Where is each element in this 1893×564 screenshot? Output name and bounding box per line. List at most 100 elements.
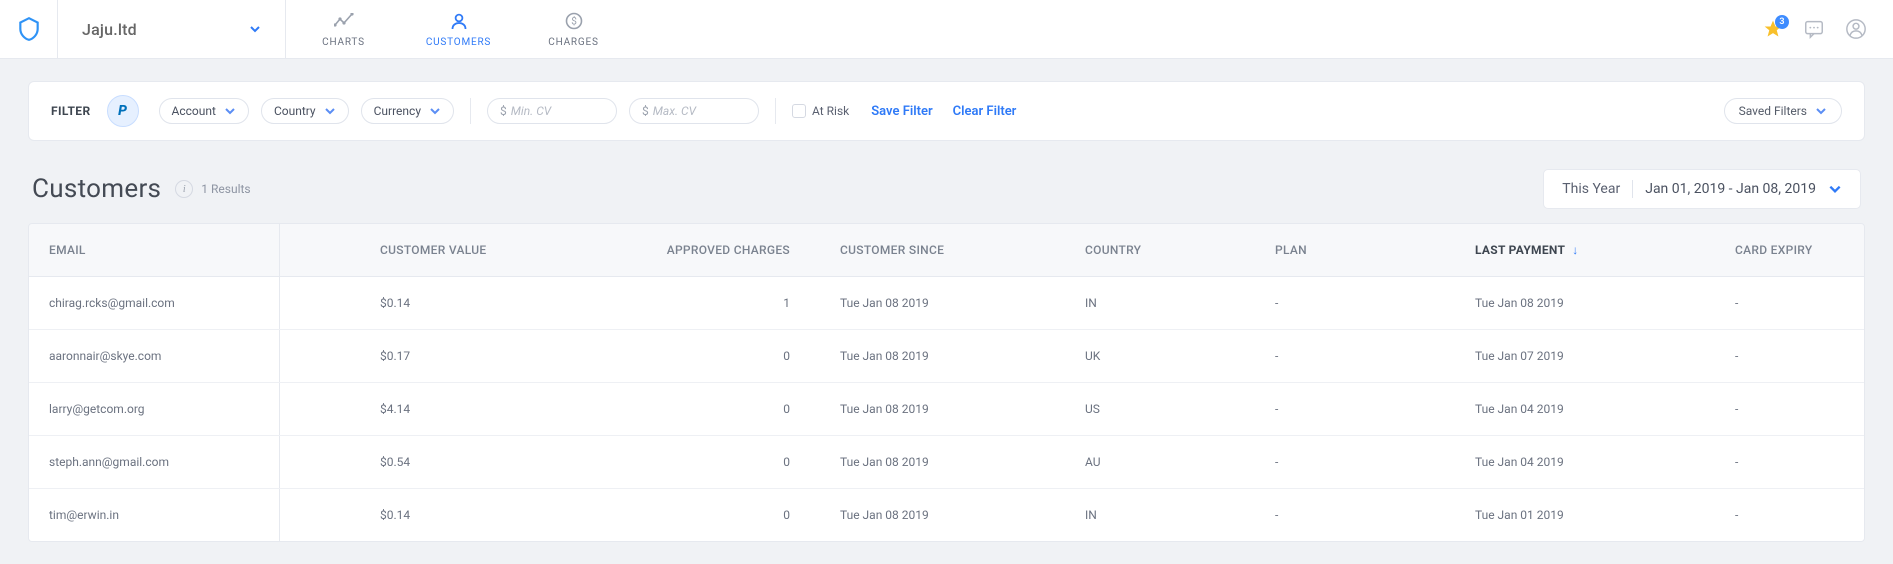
section-header: Customers i 1 Results This Year Jan 01, … bbox=[32, 169, 1861, 209]
results-count: 1 Results bbox=[201, 182, 250, 196]
cell-value: $0.54 bbox=[280, 436, 590, 488]
save-filter-button[interactable]: Save Filter bbox=[871, 104, 932, 119]
user-icon bbox=[449, 11, 469, 31]
cell-since: Tue Jan 08 2019 bbox=[820, 330, 1065, 382]
cell-since: Tue Jan 08 2019 bbox=[820, 489, 1065, 541]
cell-expiry: - bbox=[1715, 436, 1864, 488]
table-row[interactable]: tim@erwin.in$0.140Tue Jan 08 2019IN-Tue … bbox=[29, 489, 1864, 541]
table-row[interactable]: larry@getcom.org$4.140Tue Jan 08 2019US-… bbox=[29, 383, 1864, 436]
date-range-text: Jan 01, 2019 - Jan 08, 2019 bbox=[1645, 181, 1816, 197]
cell-charges: 0 bbox=[590, 489, 820, 541]
divider bbox=[1632, 180, 1633, 198]
cell-charges: 1 bbox=[590, 277, 820, 329]
nav-charts[interactable]: CHARTS bbox=[286, 0, 401, 58]
chevron-down-icon bbox=[429, 105, 441, 117]
cell-payment: Tue Jan 01 2019 bbox=[1455, 489, 1715, 541]
min-cv-input[interactable] bbox=[511, 104, 604, 118]
filter-bar: FILTER P Account Country Currency $ $ At… bbox=[28, 81, 1865, 141]
cell-value: $4.14 bbox=[280, 383, 590, 435]
chevron-down-icon bbox=[1828, 182, 1842, 196]
cell-expiry: - bbox=[1715, 383, 1864, 435]
th-since[interactable]: CUSTOMER SINCE bbox=[820, 224, 1065, 276]
cell-value: $0.14 bbox=[280, 489, 590, 541]
date-range-dropdown[interactable]: This Year Jan 01, 2019 - Jan 08, 2019 bbox=[1543, 169, 1861, 209]
clear-filter-button[interactable]: Clear Filter bbox=[953, 104, 1017, 119]
th-payment[interactable]: LAST PAYMENT ↓ bbox=[1455, 224, 1715, 276]
cell-payment: Tue Jan 08 2019 bbox=[1455, 277, 1715, 329]
cell-plan: - bbox=[1255, 277, 1455, 329]
min-cv-input-wrap[interactable]: $ bbox=[487, 98, 617, 124]
table-row[interactable]: aaronnair@skye.com$0.170Tue Jan 08 2019U… bbox=[29, 330, 1864, 383]
cell-since: Tue Jan 08 2019 bbox=[820, 436, 1065, 488]
page-title: Customers bbox=[32, 174, 161, 204]
org-selector[interactable]: Jaju.ltd bbox=[58, 0, 286, 58]
max-cv-input-wrap[interactable]: $ bbox=[629, 98, 759, 124]
notifications-star-button[interactable]: 3 bbox=[1763, 19, 1783, 39]
topbar: Jaju.ltd CHARTS CUSTOMERS $ CHARGES 3 bbox=[0, 0, 1893, 59]
cell-payment: Tue Jan 04 2019 bbox=[1455, 383, 1715, 435]
topbar-right: 3 bbox=[1763, 0, 1893, 58]
chat-button[interactable] bbox=[1803, 18, 1825, 40]
th-email[interactable]: EMAIL bbox=[29, 224, 279, 276]
cell-plan: - bbox=[1255, 330, 1455, 382]
currency-dropdown[interactable]: Currency bbox=[361, 98, 454, 124]
th-charges[interactable]: APPROVED CHARGES bbox=[590, 224, 820, 276]
nav-charges[interactable]: $ CHARGES bbox=[516, 0, 631, 58]
info-icon[interactable]: i bbox=[175, 180, 193, 198]
main-nav: CHARTS CUSTOMERS $ CHARGES bbox=[286, 0, 631, 58]
cell-value: $0.14 bbox=[280, 277, 590, 329]
cell-charges: 0 bbox=[590, 383, 820, 435]
th-expiry[interactable]: CARD EXPIRY bbox=[1715, 224, 1864, 276]
pill-label: Country bbox=[274, 104, 316, 118]
cell-charges: 0 bbox=[590, 330, 820, 382]
cell-expiry: - bbox=[1715, 277, 1864, 329]
max-cv-input[interactable] bbox=[653, 104, 746, 118]
nav-customers[interactable]: CUSTOMERS bbox=[401, 0, 516, 58]
saved-filters-dropdown[interactable]: Saved Filters bbox=[1724, 98, 1842, 124]
nav-label: CHARTS bbox=[322, 37, 365, 48]
table-row[interactable]: chirag.rcks@gmail.com$0.141Tue Jan 08 20… bbox=[29, 277, 1864, 330]
dollar-icon: $ bbox=[500, 104, 507, 118]
table-body: chirag.rcks@gmail.com$0.141Tue Jan 08 20… bbox=[29, 277, 1864, 541]
table-row[interactable]: steph.ann@gmail.com$0.540Tue Jan 08 2019… bbox=[29, 436, 1864, 489]
chevron-down-icon bbox=[324, 105, 336, 117]
th-value[interactable]: CUSTOMER VALUE bbox=[280, 224, 590, 276]
paypal-filter-button[interactable]: P bbox=[107, 95, 139, 127]
at-risk-checkbox[interactable]: At Risk bbox=[792, 104, 849, 118]
dollar-icon: $ bbox=[642, 104, 649, 118]
divider bbox=[775, 98, 776, 124]
checkbox-label: At Risk bbox=[812, 104, 849, 118]
date-preset: This Year bbox=[1562, 181, 1620, 197]
nav-label: CUSTOMERS bbox=[426, 37, 491, 48]
cell-charges: 0 bbox=[590, 436, 820, 488]
chevron-down-icon bbox=[249, 23, 261, 35]
cell-value: $0.17 bbox=[280, 330, 590, 382]
cell-email: aaronnair@skye.com bbox=[29, 330, 279, 382]
content-area: FILTER P Account Country Currency $ $ At… bbox=[0, 59, 1893, 564]
chevron-down-icon bbox=[224, 105, 236, 117]
cell-email: steph.ann@gmail.com bbox=[29, 436, 279, 488]
account-dropdown[interactable]: Account bbox=[159, 98, 249, 124]
app-logo[interactable] bbox=[0, 0, 58, 58]
filter-label: FILTER bbox=[51, 104, 91, 118]
cell-country: UK bbox=[1065, 330, 1255, 382]
chart-icon bbox=[334, 11, 354, 31]
chevron-down-icon bbox=[1815, 105, 1827, 117]
country-dropdown[interactable]: Country bbox=[261, 98, 349, 124]
dollar-icon: $ bbox=[564, 11, 584, 31]
th-plan[interactable]: PLAN bbox=[1255, 224, 1455, 276]
profile-button[interactable] bbox=[1845, 18, 1867, 40]
chat-icon bbox=[1803, 18, 1825, 40]
cell-payment: Tue Jan 04 2019 bbox=[1455, 436, 1715, 488]
th-payment-label: LAST PAYMENT bbox=[1475, 243, 1565, 257]
cell-plan: - bbox=[1255, 436, 1455, 488]
cell-since: Tue Jan 08 2019 bbox=[820, 383, 1065, 435]
sort-down-icon: ↓ bbox=[1572, 243, 1578, 257]
nav-label: CHARGES bbox=[548, 37, 598, 48]
th-country[interactable]: COUNTRY bbox=[1065, 224, 1255, 276]
table-header: EMAIL CUSTOMER VALUE APPROVED CHARGES CU… bbox=[29, 224, 1864, 277]
avatar-icon bbox=[1845, 18, 1867, 40]
pill-label: Currency bbox=[374, 104, 421, 118]
cell-country: IN bbox=[1065, 489, 1255, 541]
cell-payment: Tue Jan 07 2019 bbox=[1455, 330, 1715, 382]
